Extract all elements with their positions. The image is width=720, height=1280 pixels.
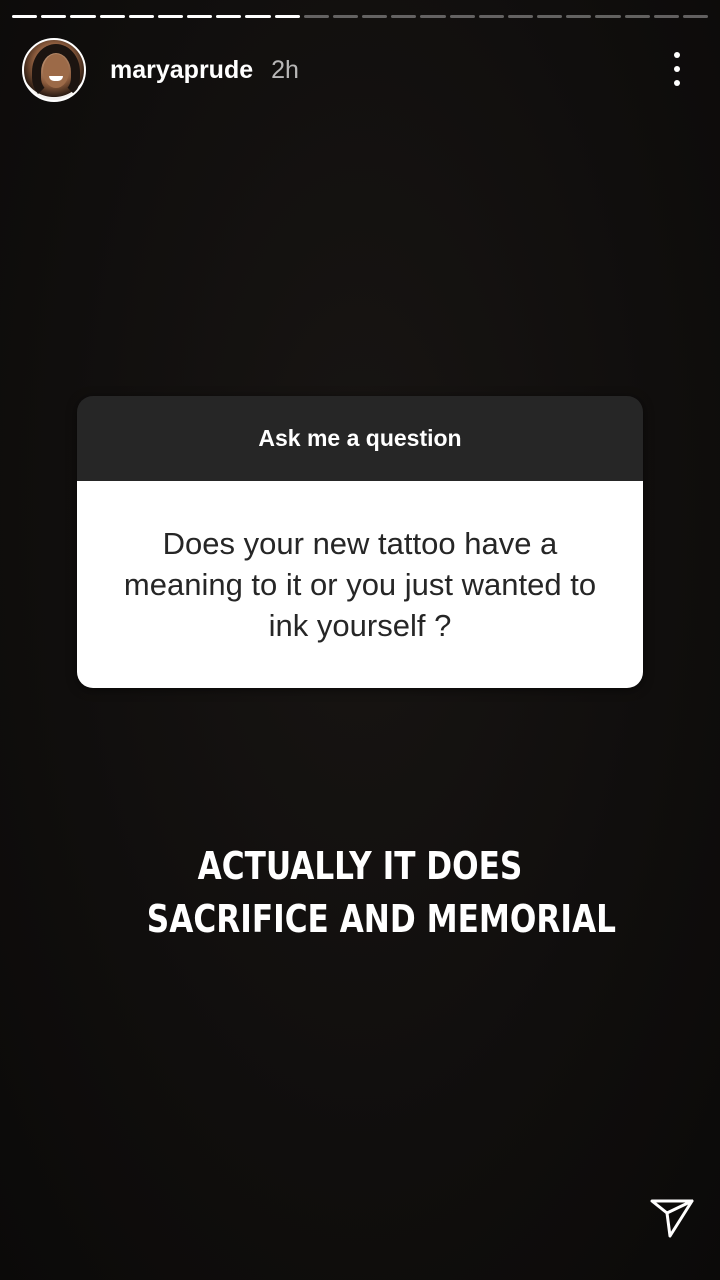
progress-segment [187, 15, 213, 18]
progress-segment [595, 15, 621, 18]
avatar[interactable] [22, 38, 86, 102]
answer-text: ACTUALLY IT DOES SACRIFICE AND MEMORIAL [146, 840, 616, 946]
more-dot [674, 80, 680, 86]
progress-segment [157, 15, 184, 18]
progress-segment [70, 15, 96, 18]
story-progress-bar [12, 15, 709, 19]
progress-segment [216, 15, 242, 18]
progress-segment [362, 15, 388, 18]
progress-segment [478, 15, 504, 18]
progress-segment [449, 15, 475, 18]
more-dot [674, 66, 680, 72]
progress-segment [682, 15, 709, 18]
more-options-icon[interactable] [672, 52, 682, 86]
progress-segment [274, 15, 300, 18]
username[interactable]: maryaprude [110, 56, 253, 85]
progress-segment [391, 15, 417, 18]
story-header: maryaprude 2h [22, 36, 698, 104]
question-sticker[interactable]: Ask me a question Does your new tattoo h… [77, 396, 643, 688]
post-time: 2h [271, 55, 299, 84]
progress-segment [303, 15, 329, 18]
progress-segment [507, 15, 534, 18]
progress-segment [653, 15, 679, 18]
story-background[interactable]: maryaprude 2h Ask me a question Does you… [0, 0, 720, 1280]
more-dot [674, 52, 680, 58]
question-sticker-title: Ask me a question [77, 396, 643, 481]
question-sticker-text: Does your new tattoo have a meaning to i… [77, 481, 643, 688]
progress-segment [332, 15, 359, 18]
progress-segment [128, 15, 154, 18]
progress-segment [245, 15, 271, 18]
progress-segment [41, 15, 67, 18]
answer-line-1: ACTUALLY IT DOES [197, 844, 523, 888]
send-icon-graphic [650, 1199, 694, 1238]
progress-segment [624, 15, 650, 18]
progress-segment [420, 15, 446, 18]
answer-line-2: SACRIFICE AND MEMORIAL [146, 897, 616, 941]
send-icon[interactable] [650, 1198, 694, 1238]
progress-segment [537, 15, 563, 18]
progress-segment [566, 15, 592, 18]
progress-segment [99, 15, 125, 18]
avatar-face [43, 54, 69, 88]
progress-segment [12, 15, 38, 18]
